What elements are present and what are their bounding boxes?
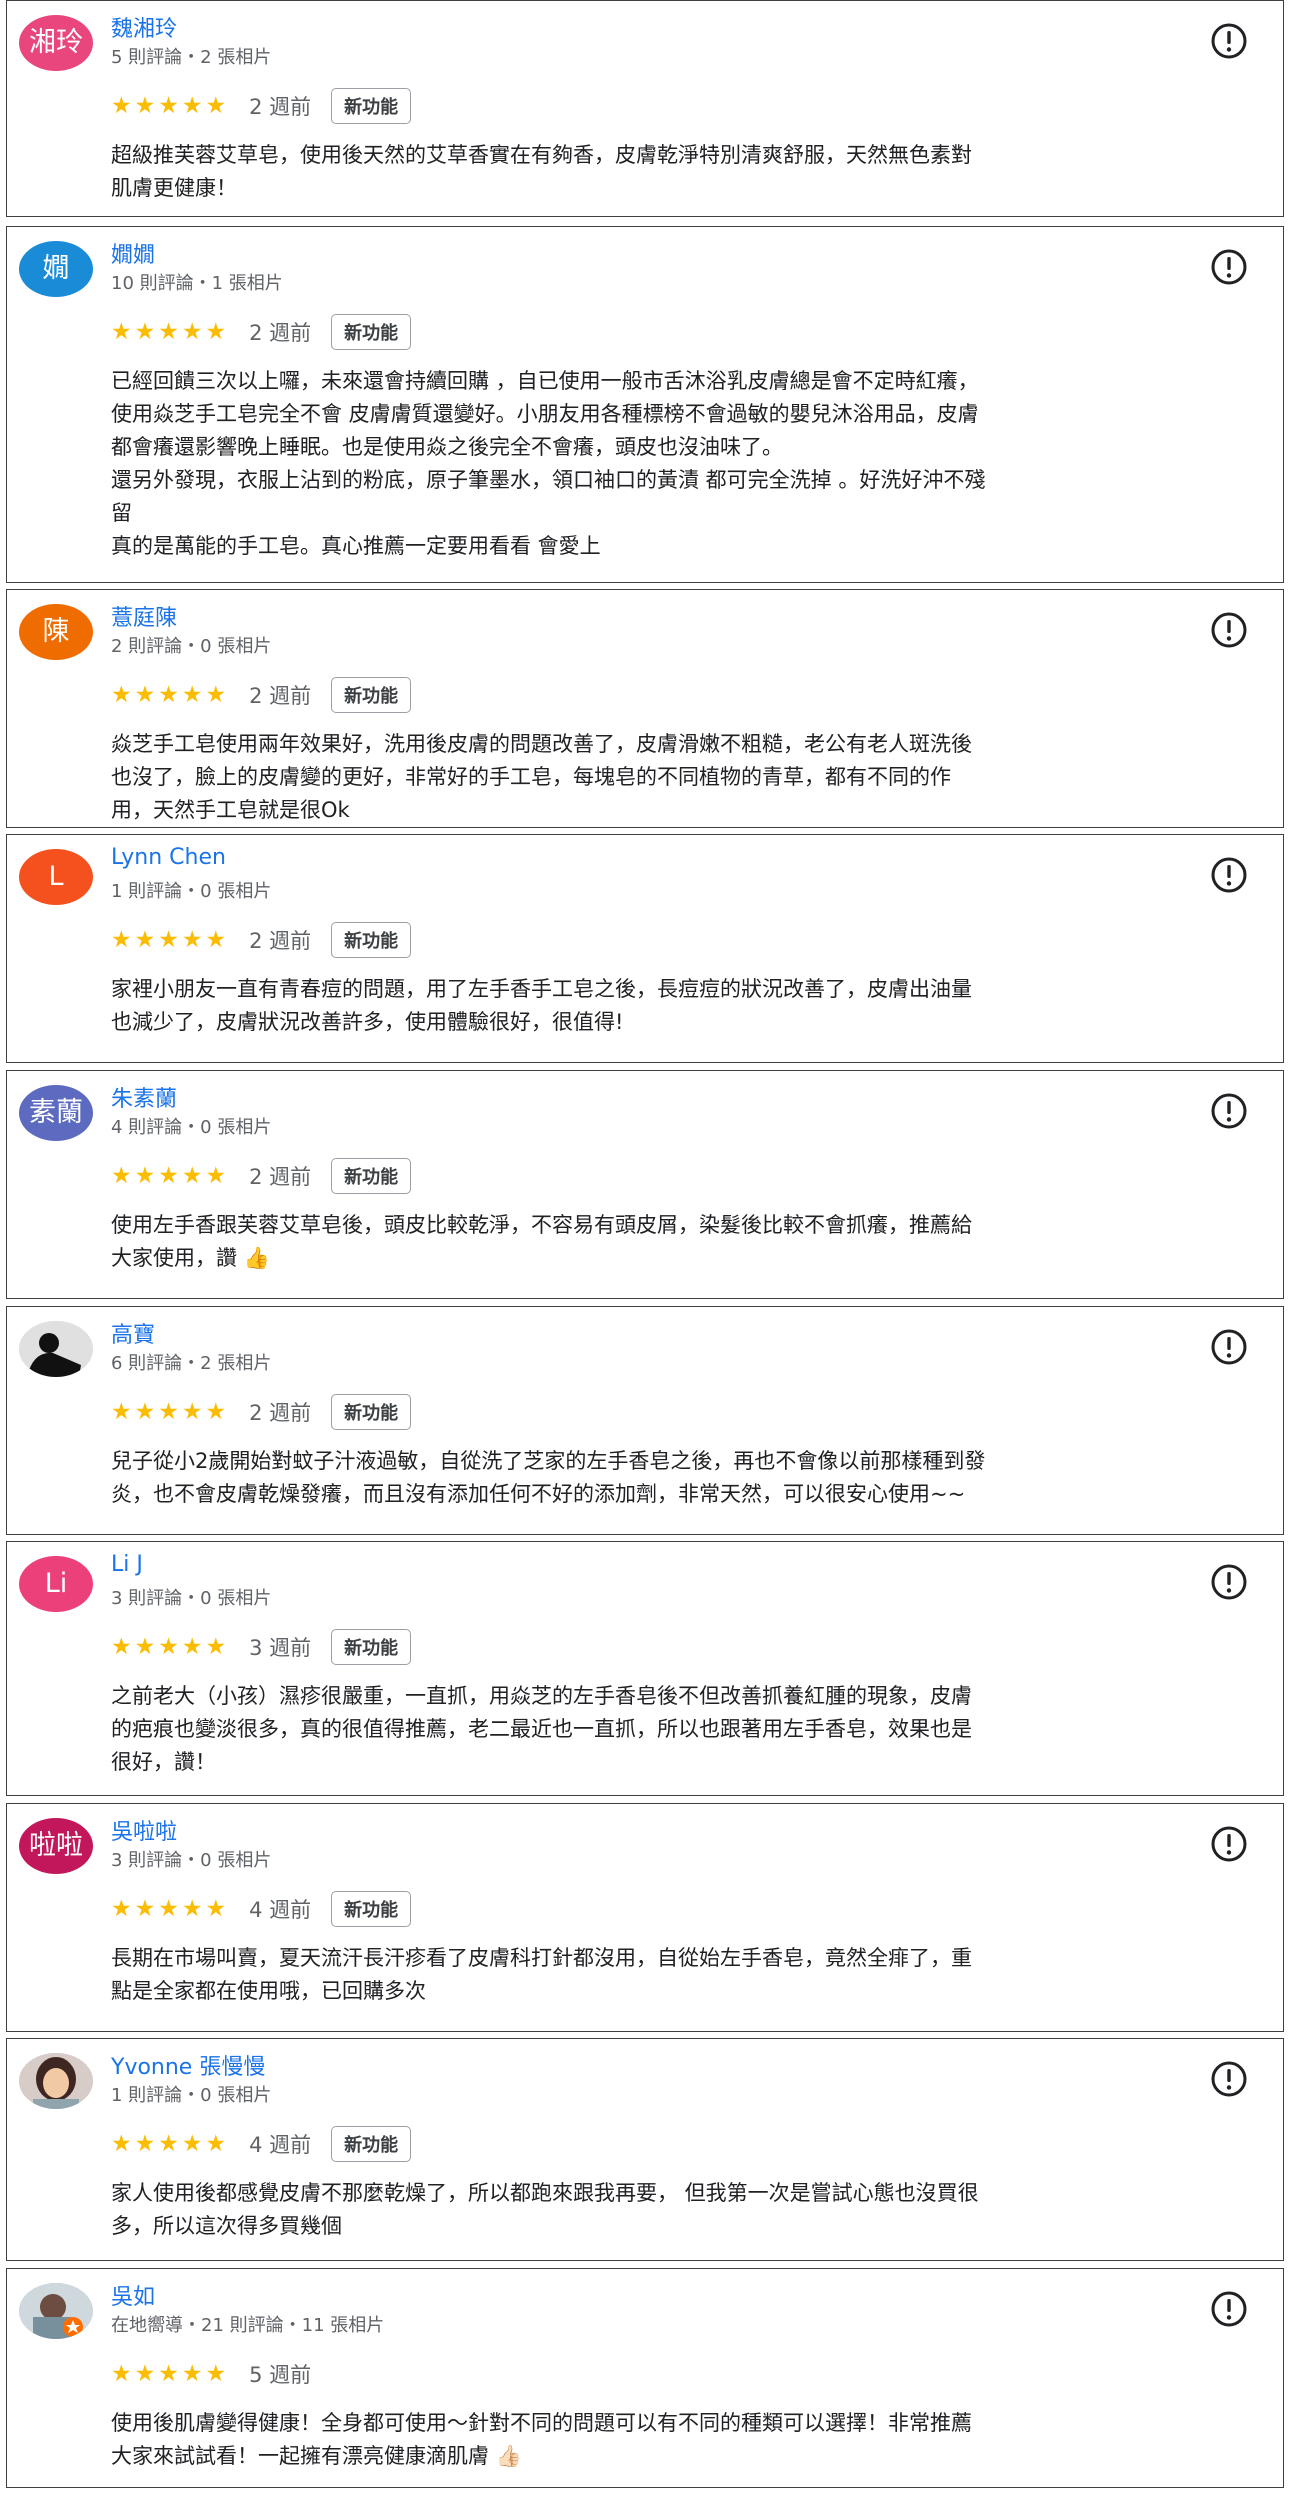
- reviewer-name[interactable]: Yvonne 張慢慢: [111, 2049, 265, 2081]
- reviewer-avatar[interactable]: [19, 1321, 93, 1377]
- reviewer-name[interactable]: Li J: [111, 1552, 143, 1577]
- reviewer-avatar[interactable]: 嫺: [19, 241, 93, 297]
- reviewer-stats: 4 則評論・0 張相片: [111, 1117, 272, 1138]
- reviewer-name[interactable]: Lynn Chen: [111, 845, 226, 870]
- rating-row: ★★★★★ 4 週前 新功能: [111, 2126, 412, 2162]
- star-rating-icon: ★★★★★: [111, 1896, 230, 1922]
- review-card: L Lynn Chen 1 則評論・0 張相片 ★★★★★ 2 週前 新功能家裡小朋友一直…: [6, 834, 1284, 1063]
- star-rating-icon: ★★★★★: [111, 2131, 230, 2157]
- rating-row: ★★★★★ 2 週前 新功能: [111, 1394, 412, 1430]
- review-card: 嫺嫺嫺 10 則評論・1 張相片 ★★★★★ 2 週前 新功能已經回饋三次以上囉，未來還…: [6, 226, 1284, 583]
- reviewer-avatar[interactable]: 陳: [19, 604, 93, 660]
- rating-row: ★★★★★ 2 週前 新功能: [111, 314, 412, 350]
- rating-row: ★★★★★ 5 週前: [111, 2357, 311, 2391]
- reviewer-name[interactable]: 魏湘玲: [111, 11, 177, 43]
- reviewer-stats: 2 則評論・0 張相片: [111, 636, 272, 657]
- review-card: 高寶 6 則評論・2 張相片 ★★★★★ 2 週前 新功能兒子從小2歲開始對蚊子汁液過敏…: [6, 1306, 1284, 1535]
- new-feature-badge: 新功能: [331, 314, 412, 350]
- new-feature-badge: 新功能: [331, 2126, 412, 2162]
- report-review-icon[interactable]: [1209, 21, 1249, 61]
- report-review-icon[interactable]: [1209, 855, 1249, 895]
- star-rating-icon: ★★★★★: [111, 319, 230, 345]
- rating-row: ★★★★★ 2 週前 新功能: [111, 677, 412, 713]
- review-card: 啦啦 吳啦啦 3 則評論・0 張相片 ★★★★★ 4 週前 新功能長期在市場叫賣，夏天流汗…: [6, 1803, 1284, 2032]
- review-text: 兒子從小2歲開始對蚊子汁液過敏，自從洗了芝家的左手香皂之後，再也不會像以前那樣種…: [111, 1449, 986, 1506]
- review-time: 2 週前: [249, 321, 312, 345]
- rating-row: ★★★★★ 4 週前 新功能: [111, 1891, 412, 1927]
- reviewer-stats: 1 則評論・0 張相片: [111, 881, 272, 902]
- rating-row: ★★★★★ 2 週前 新功能: [111, 1158, 412, 1194]
- review-card: Li Li J 3 則評論・0 張相片 ★★★★★ 3 週前 新功能之前老大（小孩）濕疹很…: [6, 1541, 1284, 1796]
- report-review-icon[interactable]: [1209, 1824, 1249, 1864]
- reviewer-name[interactable]: 吳如: [111, 2279, 155, 2311]
- new-feature-badge: 新功能: [331, 88, 412, 124]
- review-card: 吳如在地嚮導・21 則評論・11 張相片 ★★★★★ 5 週前使用後肌膚變得健康！全…: [6, 2268, 1284, 2488]
- report-review-icon[interactable]: [1209, 1562, 1249, 1602]
- rating-row: ★★★★★ 2 週前 新功能: [111, 922, 412, 958]
- review-card: 陳薏庭陳 2 則評論・0 張相片 ★★★★★ 2 週前 新功能焱芝手工皂使用兩年效果好，…: [6, 589, 1284, 828]
- star-rating-icon: ★★★★★: [111, 93, 230, 119]
- new-feature-badge: 新功能: [331, 1158, 412, 1194]
- review-text: 超級推芙蓉艾草皂，使用後天然的艾草香實在有夠香，皮膚乾淨特別清爽舒服，天然無色素…: [111, 143, 972, 200]
- review-time: 4 週前: [249, 2133, 312, 2157]
- reviewer-name[interactable]: 朱素蘭: [111, 1081, 177, 1113]
- review-time: 2 週前: [249, 929, 312, 953]
- report-review-icon[interactable]: [1209, 610, 1249, 650]
- new-feature-badge: 新功能: [331, 922, 412, 958]
- rating-row: ★★★★★ 3 週前 新功能: [111, 1629, 412, 1665]
- reviewer-stats: 5 則評論・2 張相片: [111, 47, 272, 68]
- report-review-icon[interactable]: [1209, 2059, 1249, 2099]
- new-feature-badge: 新功能: [331, 1629, 412, 1665]
- new-feature-badge: 新功能: [331, 1394, 412, 1430]
- review-text: 家人使用後都感覺皮膚不那麼乾燥了，所以都跑來跟我再要， 但我第一次是嘗試心態也沒…: [111, 2181, 979, 2238]
- rating-row: ★★★★★ 2 週前 新功能: [111, 88, 412, 124]
- reviewer-avatar[interactable]: [19, 2053, 93, 2109]
- reviewer-stats: 6 則評論・2 張相片: [111, 1353, 272, 1374]
- review-time: 5 週前: [249, 2363, 312, 2387]
- review-time: 3 週前: [249, 1636, 312, 1660]
- review-time: 2 週前: [249, 1165, 312, 1189]
- review-time: 2 週前: [249, 95, 312, 119]
- review-time: 2 週前: [249, 1401, 312, 1425]
- review-text: 長期在市場叫賣，夏天流汗長汗疹看了皮膚科打針都沒用，自從始左手香皂，竟然全痱了，…: [111, 1946, 972, 2003]
- reviewer-avatar[interactable]: 素蘭: [19, 1085, 93, 1141]
- report-review-icon[interactable]: [1209, 2289, 1249, 2329]
- reviewer-avatar[interactable]: Li: [19, 1556, 93, 1612]
- new-feature-badge: 新功能: [331, 677, 412, 713]
- reviewer-stats: 在地嚮導・21 則評論・11 張相片: [111, 2315, 385, 2336]
- star-rating-icon: ★★★★★: [111, 1399, 230, 1425]
- reviewer-avatar[interactable]: L: [19, 849, 93, 905]
- report-review-icon[interactable]: [1209, 1091, 1249, 1131]
- reviewer-name[interactable]: 吳啦啦: [111, 1814, 177, 1846]
- star-rating-icon: ★★★★★: [111, 1163, 230, 1189]
- reviewer-stats: 10 則評論・1 張相片: [111, 273, 283, 294]
- reviewer-stats: 3 則評論・0 張相片: [111, 1850, 272, 1871]
- review-text: 使用左手香跟芙蓉艾草皂後，頭皮比較乾淨，不容易有頭皮屑，染髮後比較不會抓癢，推薦…: [111, 1213, 972, 1270]
- report-review-icon[interactable]: [1209, 1327, 1249, 1367]
- reviewer-avatar[interactable]: 湘玲: [19, 15, 93, 71]
- report-review-icon[interactable]: [1209, 247, 1249, 287]
- review-card: Yvonne 張慢慢 1 則評論・0 張相片 ★★★★★ 4 週前 新功能家人使用後都感…: [6, 2038, 1284, 2261]
- reviewer-name[interactable]: 薏庭陳: [111, 600, 177, 632]
- new-feature-badge: 新功能: [331, 1891, 412, 1927]
- reviewer-stats: 1 則評論・0 張相片: [111, 2085, 272, 2106]
- reviewer-avatar[interactable]: 啦啦: [19, 1818, 93, 1874]
- review-card: 素蘭 朱素蘭 4 則評論・0 張相片 ★★★★★ 2 週前 新功能使用左手香跟芙蓉艾草皂後…: [6, 1070, 1284, 1299]
- review-time: 2 週前: [249, 684, 312, 708]
- star-rating-icon: ★★★★★: [111, 1634, 230, 1660]
- review-text: 家裡小朋友一直有青春痘的問題，用了左手香手工皂之後，長痘痘的狀況改善了，皮膚出油…: [111, 977, 972, 1034]
- star-rating-icon: ★★★★★: [111, 927, 230, 953]
- review-text: 之前老大（小孩）濕疹很嚴重，一直抓，用焱芝的左手香皂後不但改善抓養紅腫的現象，皮…: [111, 1684, 972, 1774]
- reviewer-avatar[interactable]: [19, 2283, 93, 2339]
- review-card: 湘玲 魏湘玲 5 則評論・2 張相片 ★★★★★ 2 週前 新功能超級推芙蓉艾草皂，使用後…: [6, 0, 1284, 217]
- review-text: 使用後肌膚變得健康！全身都可使用～針對不同的問題可以有不同的種類可以選擇！非常推…: [111, 2411, 972, 2468]
- reviewer-stats: 3 則評論・0 張相片: [111, 1588, 272, 1609]
- star-rating-icon: ★★★★★: [111, 2361, 230, 2387]
- review-text: 焱芝手工皂使用兩年效果好，洗用後皮膚的問題改善了，皮膚滑嫩不粗糙，老公有老人斑洗…: [111, 732, 972, 822]
- review-text: 已經回饋三次以上囉，未來還會持續回購 ，自已使用一般市舌沐浴乳皮膚總是會不定時紅…: [111, 369, 986, 558]
- review-time: 4 週前: [249, 1898, 312, 1922]
- reviewer-name[interactable]: 嫺嫺: [111, 237, 155, 269]
- reviewer-name[interactable]: 高寶: [111, 1317, 155, 1349]
- star-rating-icon: ★★★★★: [111, 682, 230, 708]
